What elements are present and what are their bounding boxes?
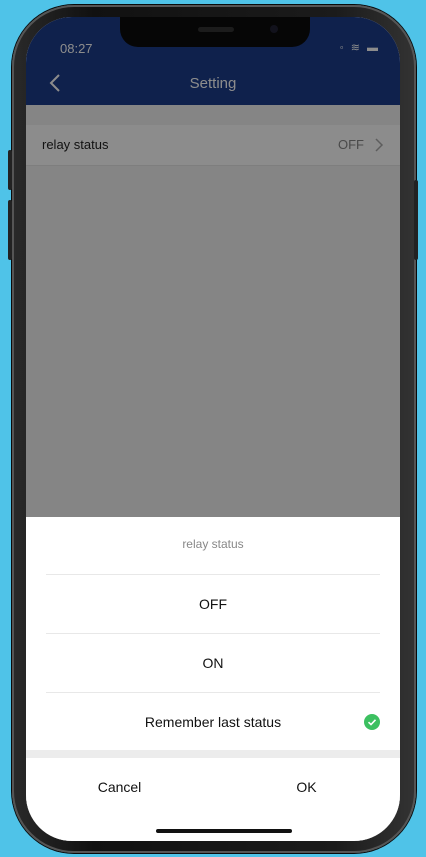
check-circle-icon [364,714,380,730]
sheet-separator [26,750,400,758]
ok-button[interactable]: OK [213,758,400,816]
power-button [414,180,418,260]
cancel-button[interactable]: Cancel [26,758,213,816]
option-remember-last-status[interactable]: Remember last status [26,693,400,751]
phone-screen: 08:27 ◦ ≋ ▬ Setting relay status OFF rel… [26,17,400,841]
option-on[interactable]: ON [26,634,400,692]
volume-button [8,200,12,260]
volume-button [8,150,12,190]
option-remember-label: Remember last status [144,714,282,730]
sheet-title: relay status [182,537,244,551]
home-indicator [156,829,292,833]
relay-status-sheet: relay status OFF ON Remember last status… [26,517,400,841]
option-off[interactable]: OFF [26,575,400,633]
